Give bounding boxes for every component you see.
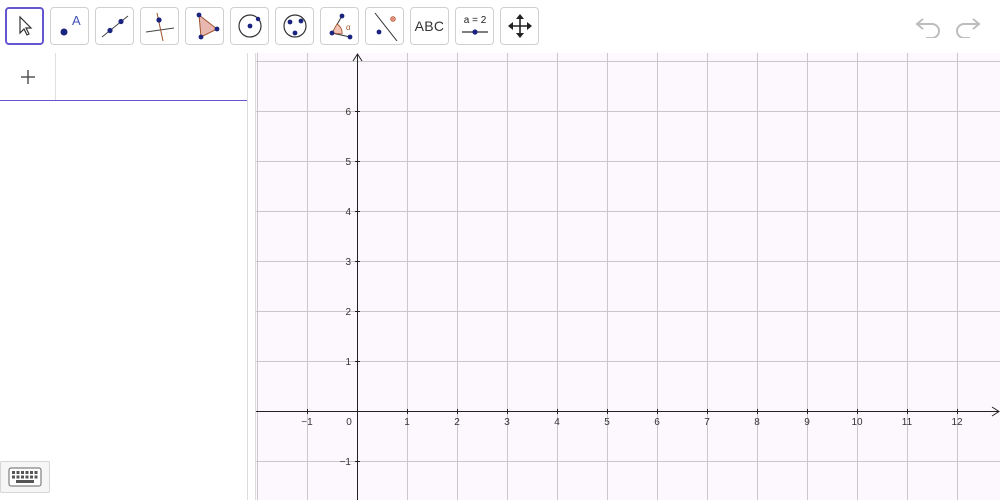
move-arrows-icon bbox=[507, 14, 532, 38]
undo-button[interactable] bbox=[913, 12, 945, 40]
slider-icon: a = 2 bbox=[461, 15, 488, 35]
virtual-keyboard-button[interactable] bbox=[0, 461, 50, 493]
y-tick-label: 1 bbox=[345, 357, 351, 368]
x-tick-label: 7 bbox=[704, 417, 710, 428]
plus-icon bbox=[20, 69, 35, 84]
redo-button[interactable] bbox=[951, 12, 983, 40]
x-tick-label: 6 bbox=[654, 417, 660, 428]
graphics-view[interactable]: −1 0 1 2 3 4 5 6 7 8 9 10 11 12 6 5 4 3 2 1 −1 bbox=[256, 53, 1000, 500]
circle-center-icon bbox=[237, 14, 262, 38]
circle-three-points-tool-button[interactable] bbox=[275, 7, 314, 45]
point-icon: A bbox=[60, 13, 81, 36]
x-tick-label: 0 bbox=[346, 417, 352, 428]
slider-tool-button[interactable]: a = 2 bbox=[455, 7, 494, 45]
svg-text:a = 2: a = 2 bbox=[463, 15, 486, 26]
x-tick-label: 8 bbox=[754, 417, 760, 428]
y-tick-label: 3 bbox=[345, 257, 351, 268]
x-tick-label: −1 bbox=[301, 417, 313, 428]
x-tick-label: 4 bbox=[554, 417, 560, 428]
point-tool-button[interactable]: A bbox=[50, 7, 89, 45]
y-tick-label: 4 bbox=[345, 207, 351, 218]
angle-tool-button[interactable]: α bbox=[320, 7, 359, 45]
toolbar: A α ABC a = 2 bbox=[0, 0, 1000, 53]
perpendicular-line-icon bbox=[145, 12, 174, 41]
algebra-input-field[interactable] bbox=[57, 53, 247, 100]
x-tick-label: 12 bbox=[951, 417, 963, 428]
algebra-view bbox=[0, 53, 248, 500]
svg-text:A: A bbox=[72, 13, 81, 28]
text-tool-button[interactable]: ABC bbox=[410, 7, 449, 45]
polygon-tool-button[interactable] bbox=[185, 7, 224, 45]
x-tick-label: 2 bbox=[454, 417, 460, 428]
text-tool-label: ABC bbox=[414, 18, 445, 34]
x-tick-label: 9 bbox=[804, 417, 810, 428]
line-through-points-icon bbox=[101, 15, 128, 38]
x-tick-label: 11 bbox=[902, 417, 913, 428]
cursor-arrow-icon bbox=[18, 15, 32, 36]
x-tick-label: 3 bbox=[504, 417, 510, 428]
algebra-input-row bbox=[0, 53, 247, 101]
y-tick-label: 5 bbox=[345, 157, 351, 168]
panel-splitter[interactable] bbox=[247, 53, 256, 500]
angle-icon: α bbox=[329, 13, 352, 40]
x-tick-label: 1 bbox=[404, 417, 410, 428]
reflect-tool-button[interactable] bbox=[365, 7, 404, 45]
keyboard-icon bbox=[8, 467, 42, 487]
x-tick-label: 10 bbox=[851, 417, 863, 428]
polygon-icon bbox=[196, 12, 219, 40]
move-tool-button[interactable] bbox=[5, 7, 44, 45]
y-tick-label: −1 bbox=[340, 457, 352, 468]
circle-center-point-tool-button[interactable] bbox=[230, 7, 269, 45]
y-tick-label: 2 bbox=[345, 307, 351, 318]
line-tool-button[interactable] bbox=[95, 7, 134, 45]
perpendicular-line-tool-button[interactable] bbox=[140, 7, 179, 45]
circle-three-points-icon bbox=[282, 14, 307, 38]
svg-text:α: α bbox=[346, 23, 351, 32]
redo-icon bbox=[956, 18, 981, 38]
undo-icon bbox=[915, 18, 940, 38]
coordinate-grid: −1 0 1 2 3 4 5 6 7 8 9 10 11 12654321−1 bbox=[256, 53, 1000, 500]
x-tick-label: 5 bbox=[604, 417, 610, 428]
add-item-button[interactable] bbox=[0, 53, 56, 100]
move-graphics-view-tool-button[interactable] bbox=[500, 7, 539, 45]
y-tick-label: 6 bbox=[345, 107, 351, 118]
reflect-about-line-icon bbox=[374, 12, 397, 41]
